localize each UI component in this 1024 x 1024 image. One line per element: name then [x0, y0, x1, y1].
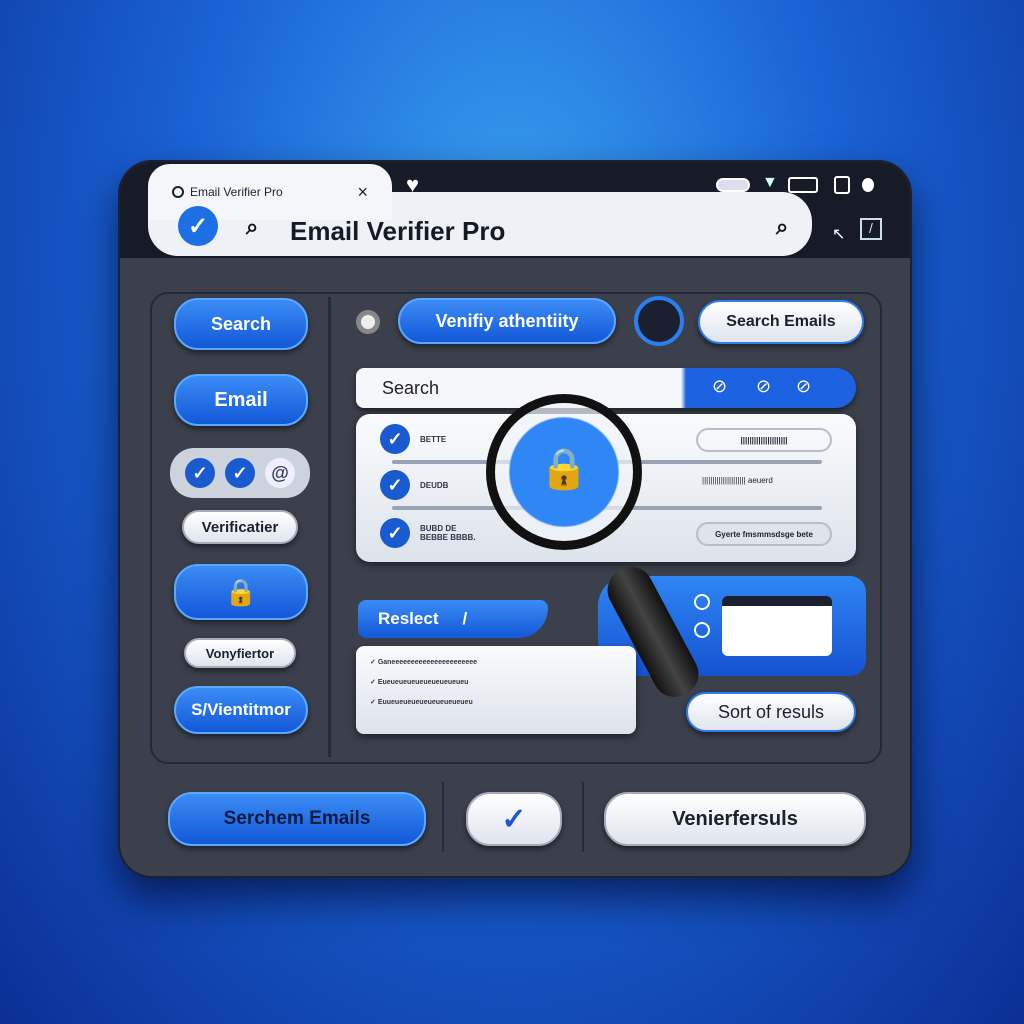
footer-divider: [582, 782, 584, 852]
preview-window: [722, 596, 832, 656]
check-icon: ✓: [380, 470, 410, 500]
radio-icon[interactable]: [356, 310, 380, 334]
window-icon[interactable]: [788, 177, 818, 193]
tab-close-icon[interactable]: ×: [357, 182, 368, 203]
option-icon[interactable]: [694, 622, 710, 638]
result-detail: Gyerte fmsmmsdsge bete: [696, 522, 832, 546]
result-list: ✓ Ganeeeeeeeeeeeeeeeeeeeeee ✓ Eueueueueu…: [356, 646, 636, 734]
verify-authenticity-button[interactable]: Venifiy athentiity: [398, 298, 616, 344]
result-section-title[interactable]: Reslect /: [358, 600, 548, 638]
cursor-icon: ↖: [832, 226, 846, 243]
sidebar-item-vientitmor[interactable]: S/Vientitmor: [174, 686, 308, 734]
verifier-results-button[interactable]: Venierfersuls: [604, 792, 866, 846]
verified-check-icon: ✓: [178, 206, 218, 246]
search-icon[interactable]: ⌕: [246, 214, 258, 240]
sidebar-item-search[interactable]: Search: [174, 298, 308, 350]
address-search-icon[interactable]: ⌕: [776, 214, 788, 240]
lock-icon: 🔒: [224, 576, 258, 607]
dot-icon: [862, 178, 874, 192]
result-row[interactable]: ✓ DEUDB: [380, 470, 448, 500]
tab-title: Email Verifier Pro: [190, 185, 283, 199]
check-icon: ✓: [501, 802, 527, 836]
check-icon: ✓: [380, 518, 410, 548]
tab-favicon-icon: [172, 186, 184, 198]
check-icon: ✓: [185, 458, 215, 488]
filter-icon[interactable]: ⊘: [796, 376, 811, 397]
sidebar-divider: [328, 297, 331, 757]
square-icon[interactable]: [834, 176, 850, 194]
sidebar-item-vonyfiertor[interactable]: Vonyfiertor: [184, 638, 296, 668]
sort-results-button[interactable]: Sort of resuls: [686, 692, 856, 732]
list-item[interactable]: ✓ Eueueueueueueueueueueu: [370, 678, 468, 686]
search-emails-button[interactable]: Search Emails: [698, 300, 864, 344]
sidebar-check-group[interactable]: ✓ ✓ @: [170, 448, 310, 498]
check-icon: ✓: [225, 458, 255, 488]
edit-icon[interactable]: /: [462, 609, 467, 629]
list-item[interactable]: ✓ Euueueueueueueueueueueu: [370, 698, 473, 706]
heart-icon[interactable]: ♥: [406, 172, 419, 198]
filter-icon[interactable]: ⊘: [756, 376, 771, 397]
list-item[interactable]: ✓ Ganeeeeeeeeeeeeeeeeeeeeee: [370, 658, 477, 666]
filter-icon[interactable]: ⊘: [712, 376, 727, 397]
search-emails-footer-button[interactable]: Serchem Emails: [168, 792, 426, 846]
result-row[interactable]: ✓ BETTE: [380, 424, 446, 454]
sidebar-item-verificatier[interactable]: Verificatier: [182, 510, 298, 544]
expand-icon[interactable]: /: [860, 218, 882, 240]
result-row[interactable]: ✓ BUBD DE BEBBE BBBB.: [380, 518, 480, 548]
search-input[interactable]: Search ⊘ ⊘ ⊘: [356, 368, 856, 408]
result-detail: ||||||||||||||||||||| aeuerd: [702, 476, 773, 485]
check-icon: ✓: [380, 424, 410, 454]
at-icon: @: [265, 458, 295, 488]
footer-divider: [442, 782, 444, 852]
verify-check-button[interactable]: ✓: [466, 792, 562, 846]
search-placeholder: Search: [382, 378, 440, 398]
shield-icon: ▼: [762, 174, 778, 191]
app-window: Email Verifier Pro × ♥ ▼ ✓ ⌕ Email Verif…: [118, 160, 912, 878]
address-text[interactable]: Email Verifier Pro: [290, 216, 505, 247]
result-detail: |||||||||||||||||||||: [696, 428, 832, 452]
sidebar-item-lock[interactable]: 🔒: [174, 564, 308, 620]
lock-icon: 🔒: [539, 447, 589, 491]
dial-icon[interactable]: [634, 296, 684, 346]
sidebar-item-email[interactable]: Email: [174, 374, 308, 426]
magnifier-icon: 🔒: [486, 394, 642, 550]
toggle-icon[interactable]: [716, 178, 750, 192]
option-icon[interactable]: [694, 594, 710, 610]
